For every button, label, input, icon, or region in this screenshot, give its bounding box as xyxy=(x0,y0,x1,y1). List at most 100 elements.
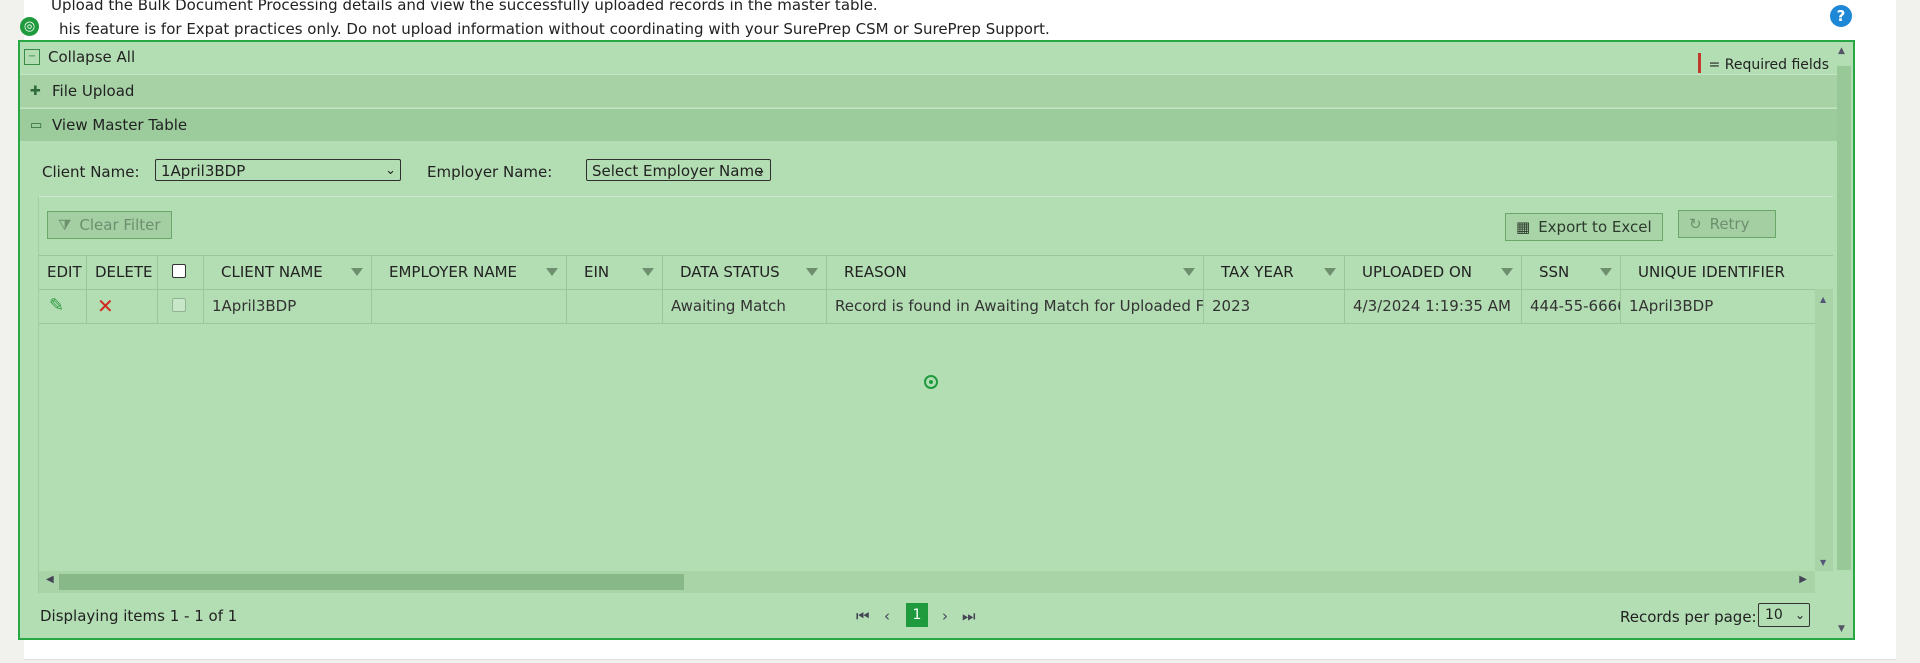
cell-client-name: 1April3BDP xyxy=(204,289,372,323)
required-marker xyxy=(1697,53,1701,73)
plus-icon[interactable]: ✚ xyxy=(30,84,41,99)
scroll-right-icon[interactable]: ▶ xyxy=(1799,574,1807,585)
cell-data-status: Awaiting Match xyxy=(663,289,827,323)
col-header-data-status[interactable]: DATA STATUS xyxy=(663,256,827,289)
row-select-cell xyxy=(158,289,204,323)
col-header-client-name[interactable]: CLIENT NAME xyxy=(204,256,372,289)
records-per-page-value: 10 xyxy=(1765,607,1783,623)
clear-filter-button[interactable]: ⧩ Clear Filter xyxy=(47,211,172,239)
delete-icon[interactable]: ✕ xyxy=(97,294,114,318)
table-header: EDIT DELETE CLIENT NAME EMPLOYER NAME EI… xyxy=(39,255,1833,290)
employer-name-label: Employer Name: xyxy=(427,163,553,181)
grid-horizontal-scrollbar[interactable]: ◀ ▶ xyxy=(39,571,1815,593)
scroll-left-icon[interactable]: ◀ xyxy=(46,574,54,585)
client-name-value: 1April3BDP xyxy=(161,162,246,180)
select-all-checkbox[interactable] xyxy=(172,264,186,278)
chevron-down-icon: ⌄ xyxy=(385,163,396,178)
col-header-label: CLIENT NAME xyxy=(221,263,323,281)
cell-ssn: 444-55-6666 xyxy=(1522,289,1621,323)
cell-reason: Record is found in Awaiting Match for Up… xyxy=(827,289,1204,323)
records-per-page-select[interactable]: 10 ⌄ xyxy=(1758,603,1810,627)
col-header-ssn[interactable]: SSN xyxy=(1522,256,1621,289)
col-header-label: SSN xyxy=(1539,263,1570,281)
filter-icon[interactable] xyxy=(1600,268,1612,276)
panel-scroll-thumb[interactable] xyxy=(1837,66,1851,570)
pencil-icon[interactable]: ✎ xyxy=(49,295,64,316)
col-header-label: DATA STATUS xyxy=(680,263,780,281)
filter-icon[interactable] xyxy=(1324,268,1336,276)
cell-tax-year: 2023 xyxy=(1204,289,1345,323)
col-header-label: EMPLOYER NAME xyxy=(389,263,518,281)
client-name-select[interactable]: 1April3BDP ⌄ xyxy=(155,159,401,181)
required-fields-legend: = Required fields xyxy=(1697,53,1829,73)
row-checkbox[interactable] xyxy=(172,298,186,312)
scroll-up-icon[interactable]: ▲ xyxy=(1838,46,1845,56)
client-name-label: Client Name: xyxy=(42,163,140,181)
horizontal-scroll-thumb[interactable] xyxy=(59,574,684,590)
section-file-upload[interactable]: ✚ File Upload xyxy=(20,74,1837,107)
section-view-master-table[interactable]: ▭ View Master Table xyxy=(20,108,1837,141)
filter-bar: Client Name: 1April3BDP ⌄ Employer Name:… xyxy=(20,154,1837,194)
col-header-edit: EDIT xyxy=(39,256,87,289)
table-row[interactable]: ✎ ✕ 1April3BDP Awaiting Match Record is … xyxy=(39,289,1815,324)
section-label[interactable]: View Master Table xyxy=(52,116,187,134)
retry-button[interactable]: ↻ Retry xyxy=(1678,210,1776,238)
pager-info: Displaying items 1 - 1 of 1 xyxy=(40,607,238,625)
scroll-down-icon[interactable]: ▼ xyxy=(1820,558,1826,567)
col-header-label: REASON xyxy=(844,263,907,281)
previous-page-icon[interactable]: ‹ xyxy=(884,607,890,625)
chevron-down-icon: ⌄ xyxy=(755,163,766,178)
current-page-button[interactable]: 1 xyxy=(906,603,928,627)
master-table-panel: ▲ ▼ − Collapse All = Required fields ✚ F… xyxy=(18,40,1855,640)
minus-icon[interactable]: ▭ xyxy=(30,118,42,133)
col-header-label: EIN xyxy=(584,263,610,281)
help-icon[interactable]: ? xyxy=(1830,5,1852,27)
employer-name-select[interactable]: Select Employer Name ⌄ xyxy=(586,159,771,181)
section-label[interactable]: File Upload xyxy=(52,82,134,100)
next-page-icon[interactable]: › xyxy=(942,607,948,625)
collapse-all-icon[interactable]: − xyxy=(24,49,40,65)
intro-text-line2: his feature is for Expat practices only.… xyxy=(59,20,1050,38)
first-page-icon[interactable]: ⏮ xyxy=(856,607,870,625)
export-excel-button[interactable]: ▦ Export to Excel xyxy=(1505,213,1663,241)
employer-name-value: Select Employer Name xyxy=(592,162,764,180)
col-header-unique-identifier[interactable]: UNIQUE IDENTIFIER xyxy=(1621,256,1815,289)
master-table-grid: ⧩ Clear Filter ▦ Export to Excel ↻ Retry ED… xyxy=(38,196,1833,593)
filter-icon[interactable] xyxy=(351,268,363,276)
filter-icon[interactable] xyxy=(1501,268,1513,276)
collapse-all-row: − Collapse All = Required fields xyxy=(20,42,1837,74)
col-header-employer-name[interactable]: EMPLOYER NAME xyxy=(372,256,567,289)
export-excel-label: Export to Excel xyxy=(1538,218,1652,236)
excel-icon: ▦ xyxy=(1516,218,1531,236)
edit-cell: ✎ xyxy=(39,289,87,323)
scroll-up-icon[interactable]: ▲ xyxy=(1820,295,1826,304)
clear-filter-label: Clear Filter xyxy=(79,216,161,234)
chevron-down-icon: ⌄ xyxy=(1794,608,1805,622)
retry-label: Retry xyxy=(1709,215,1750,233)
filter-icon[interactable] xyxy=(1183,268,1195,276)
col-header-reason[interactable]: REASON xyxy=(827,256,1204,289)
scroll-down-icon[interactable]: ▼ xyxy=(1838,624,1845,634)
col-header-ein[interactable]: EIN xyxy=(567,256,663,289)
filter-icon[interactable] xyxy=(546,268,558,276)
filter-icon[interactable] xyxy=(806,268,818,276)
collapse-all-button[interactable]: Collapse All xyxy=(48,48,135,66)
panel-status-icon: ◎ xyxy=(20,17,39,36)
grid-vertical-scrollbar[interactable]: ▲ ▼ xyxy=(1815,289,1833,571)
refresh-icon: ↻ xyxy=(1689,215,1702,233)
grid-toolbar: ⧩ Clear Filter ▦ Export to Excel ↻ Retry xyxy=(39,197,1833,255)
cell-uploaded-on: 4/3/2024 1:19:35 AM xyxy=(1345,289,1522,323)
col-header-label: TAX YEAR xyxy=(1221,263,1294,281)
records-per-page-label: Records per page: xyxy=(1620,608,1757,626)
last-page-icon[interactable]: ⏭ xyxy=(962,607,976,625)
delete-cell: ✕ xyxy=(87,289,158,323)
col-header-tax-year[interactable]: TAX YEAR xyxy=(1204,256,1345,289)
required-fields-label: = Required fields xyxy=(1708,57,1829,73)
grid-pager: Displaying items 1 - 1 of 1 ⏮ ‹ 1 › ⏭ Re… xyxy=(20,600,1837,632)
panel-scrollbar[interactable]: ▲ ▼ xyxy=(1835,42,1853,638)
filter-icon[interactable] xyxy=(642,268,654,276)
cell-ein xyxy=(567,289,663,323)
filter-clear-icon: ⧩ xyxy=(58,216,72,234)
crosshair-icon xyxy=(924,375,938,389)
col-header-uploaded-on[interactable]: UPLOADED ON xyxy=(1345,256,1522,289)
